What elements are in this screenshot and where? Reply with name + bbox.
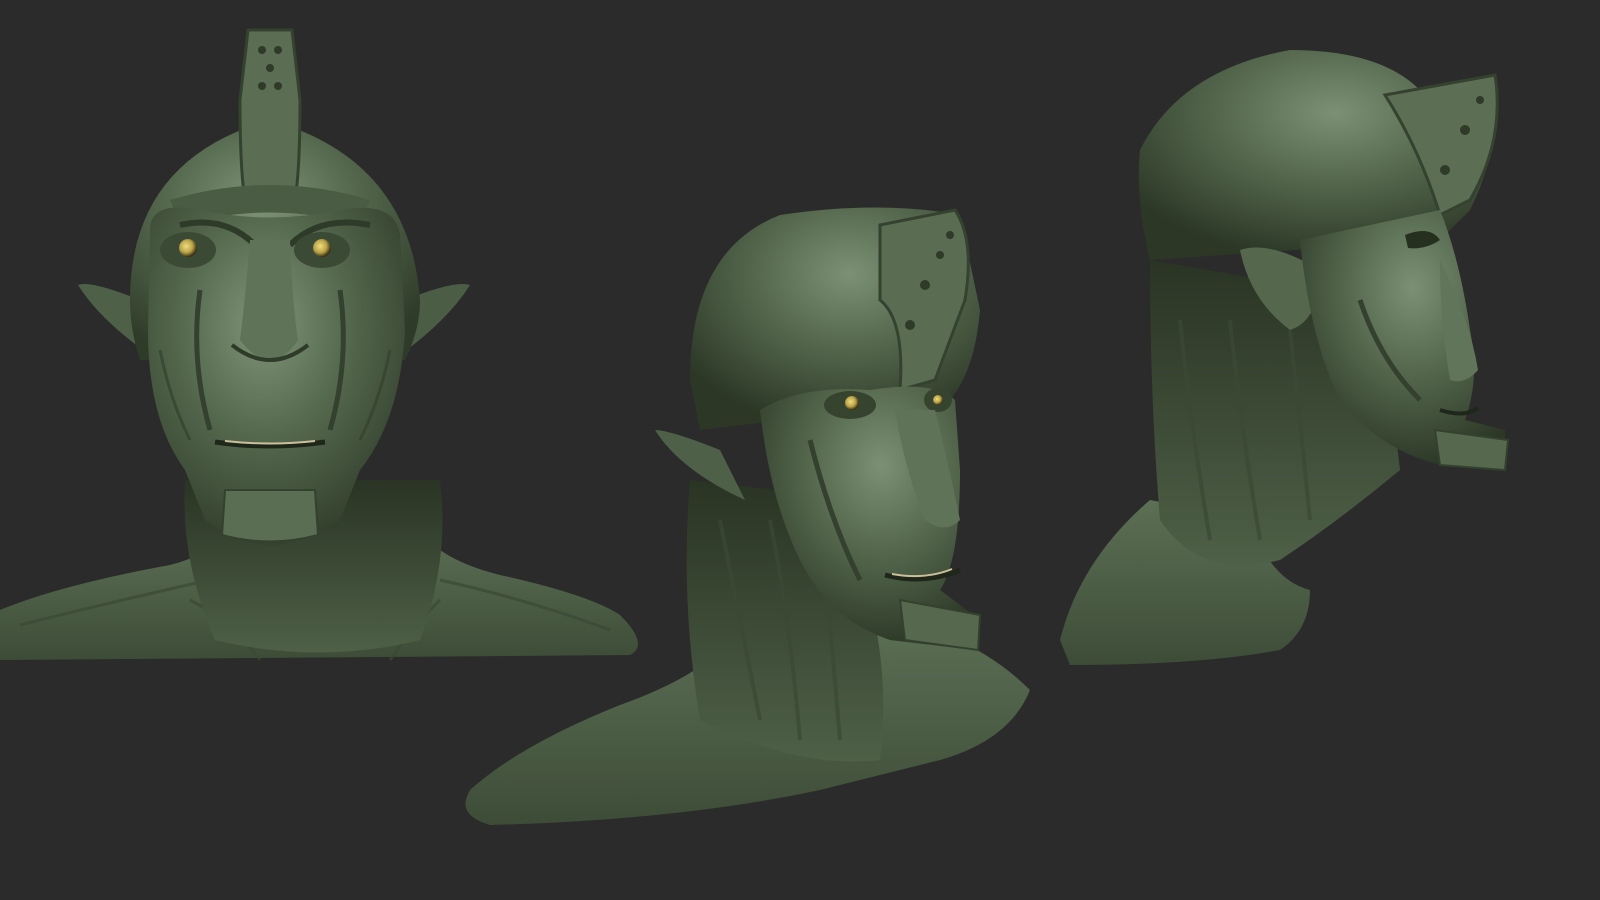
front-crest [238,28,302,202]
sculpt-viewport [0,0,1600,900]
side-view-bust [1060,50,1510,665]
front-left-eye [179,239,197,257]
sculpt-render [0,28,1510,825]
three-quarter-view-bust [465,207,1030,825]
front-view-bust [0,28,638,661]
tq-left-eye [845,396,859,410]
front-chin-plate [220,489,320,543]
tq-right-eye [933,395,943,405]
front-right-eye [313,239,331,257]
